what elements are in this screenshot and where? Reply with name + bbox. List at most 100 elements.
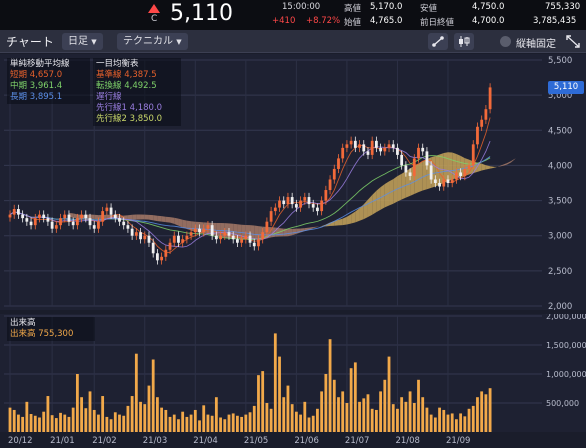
candle-body — [480, 119, 484, 127]
ichimoku-cloud-segment — [279, 228, 284, 237]
candle-body — [168, 242, 172, 250]
volume-bar — [433, 417, 437, 432]
candle-body — [383, 147, 387, 152]
chart-style-button[interactable] — [454, 33, 474, 50]
candle-body — [63, 214, 67, 219]
candle-body — [38, 214, 41, 219]
fix-axis-toggle[interactable] — [500, 36, 511, 47]
volume-axis-label: 2,000,000 — [546, 314, 586, 321]
kijun-value: 4,387.5 — [124, 70, 157, 80]
chikou-name: 遅行線 — [96, 92, 122, 102]
period-label: 日足 — [68, 36, 88, 47]
volume-bar — [370, 408, 374, 432]
volume-bar — [88, 391, 92, 432]
candle-body — [248, 235, 252, 243]
volume-bar — [278, 356, 281, 432]
ichimoku-cloud-segment — [140, 214, 145, 220]
candle-body — [412, 158, 416, 176]
volume-bar — [467, 408, 471, 432]
volume-chart[interactable]: 2,000,000 1,500,000 1,000,000 500,000 出来高 出… — [0, 312, 586, 434]
candle-body — [164, 249, 168, 257]
candle-body — [362, 144, 366, 152]
candle-body — [353, 140, 357, 148]
volume-bar — [92, 409, 96, 432]
volume-bar — [358, 401, 361, 432]
ichimoku-cloud-segment — [132, 214, 137, 220]
volume-bar — [408, 391, 412, 432]
volume-bar — [8, 407, 12, 432]
volume-bar — [417, 379, 420, 432]
ichimoku-legend-title: 一目均衡表 — [96, 59, 139, 69]
sma-legend-row: 中期 3,961.4 — [10, 81, 87, 92]
volume-bar — [71, 407, 75, 432]
draw-line-button[interactable] — [428, 33, 448, 50]
stat-turnover-value: 3,785,435 — [533, 16, 577, 26]
candle-body — [130, 228, 134, 236]
volume-bar — [459, 413, 463, 432]
sma-short-value: 4,657.0 — [29, 70, 63, 80]
volume-bar — [42, 411, 46, 432]
candle-body — [92, 225, 96, 229]
price-axis-label: 5,500 — [548, 56, 572, 66]
volume-legend-row: 出来高 755,300 — [10, 329, 92, 340]
volume-bar — [63, 414, 67, 432]
volume-bar — [206, 414, 210, 432]
price-axis-label: 3,500 — [548, 197, 572, 207]
x-axis-label: 21/05 — [244, 436, 269, 446]
candle-body — [29, 221, 33, 226]
volume-bar — [168, 416, 172, 432]
candle-body — [147, 235, 151, 243]
volume-bar — [484, 394, 488, 432]
price-axis-label: 3,000 — [548, 232, 572, 242]
stat-low-value: 4,750.0 — [472, 2, 505, 12]
volume-bar — [463, 416, 467, 432]
volume-bar — [341, 391, 345, 432]
ichimoku-legend-row: 転換線 4,492.5 — [96, 81, 178, 92]
candle-body — [139, 232, 142, 240]
volume-bar — [147, 385, 151, 432]
candle-body — [286, 197, 290, 205]
volume-bar — [17, 414, 20, 432]
volume-name: 出来高 — [10, 329, 36, 339]
candle-body — [198, 228, 201, 233]
candle-body — [488, 87, 492, 110]
candle-body — [71, 221, 75, 226]
volume-bar — [172, 414, 176, 432]
volume-bar — [155, 397, 159, 432]
ichimoku-cloud-segment — [157, 215, 162, 222]
ichimoku-cloud-segment — [447, 152, 453, 182]
technical-dropdown[interactable]: テクニカル ▼ — [117, 33, 188, 50]
stat-low-label: 安値 — [420, 4, 438, 14]
volume-bar — [59, 412, 62, 432]
volume-bar — [185, 416, 189, 432]
candle-body — [206, 225, 210, 229]
volume-legend-title: 出来高 — [10, 318, 36, 328]
x-axis-label: 21/01 — [50, 436, 75, 446]
x-axis-label: 21/04 — [193, 436, 218, 446]
candle-body — [290, 197, 294, 205]
candle-body — [177, 235, 180, 243]
volume-bar — [303, 401, 307, 432]
price-axis-label: 4,500 — [548, 126, 572, 136]
expand-button[interactable] — [564, 33, 582, 50]
ichimoku-cloud-segment — [94, 214, 99, 220]
ichimoku-legend-row: 基準線 4,387.5 — [96, 70, 178, 81]
candle-body — [17, 209, 20, 215]
candle-body — [185, 235, 189, 240]
chevron-down-icon: ▼ — [91, 38, 97, 46]
volume-bar — [286, 385, 290, 432]
ichimoku-legend-row: 遅行線 — [96, 92, 178, 103]
price-chart[interactable]: 5,500 5,000 4,500 4,000 3,500 3,000 2,500 2,000… — [0, 54, 586, 312]
candle-body — [467, 165, 471, 169]
candle-body — [46, 218, 50, 222]
ichimoku-cloud-segment — [338, 218, 343, 226]
volume-bar — [299, 414, 302, 432]
candle-body — [324, 190, 328, 201]
chevron-down-icon: ▼ — [176, 38, 182, 46]
candle-body — [391, 144, 395, 148]
candle-body — [366, 151, 370, 155]
stat-open-label: 始値 — [344, 18, 362, 28]
period-dropdown[interactable]: 日足 ▼ — [62, 33, 103, 50]
volume-bar — [282, 397, 286, 432]
candle-body — [257, 239, 260, 247]
